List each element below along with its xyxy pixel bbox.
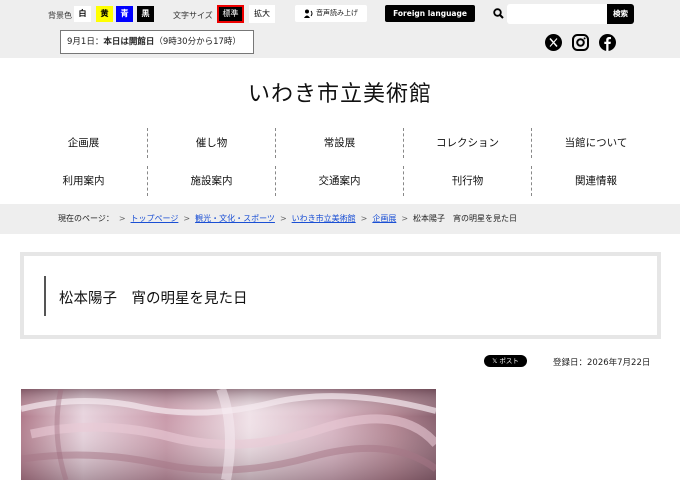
nav-item-access[interactable]: 交通案内 [276,166,404,196]
facebook-icon[interactable] [599,34,616,51]
voice-reader-label: 音声読み上げ [316,9,358,17]
nav-item-related[interactable]: 関連情報 [532,166,660,196]
breadcrumb: 現在のページ： > トップページ > 観光・文化・スポーツ > いわき市立美術館 > 企画展 > 松… [0,204,680,234]
nav-item-events[interactable]: 催し物 [148,128,276,158]
nav-item-about[interactable]: 当館について [532,128,660,158]
heading-accent-bar [44,276,46,316]
chevron-right-icon: > [279,214,287,223]
exhibition-painting-image [21,389,436,480]
bg-black-button[interactable]: 黒 [137,6,154,22]
bg-blue-button[interactable]: 青 [116,6,133,22]
nav-item-exhibitions[interactable]: 企画展 [20,128,148,158]
instagram-icon[interactable] [572,34,589,51]
chevron-right-icon: > [360,214,368,223]
x-post-label: ポスト [499,357,519,365]
notice-date: 9月1日： [67,37,104,47]
x-post-button[interactable]: 𝕏 ポスト [484,355,527,367]
opening-notice: 9月1日：本日は開館日（9時30分から17時） [60,30,254,54]
notice-status: 本日は開館日 [103,37,155,47]
breadcrumb-prefix: 現在のページ： [58,214,114,223]
speaker-person-icon [304,9,313,18]
chevron-right-icon: > [183,214,191,223]
nav-item-facilities[interactable]: 施設案内 [148,166,276,196]
bg-white-button[interactable]: 白 [74,6,91,22]
top-utility-bar: 背景色 白 黄 青 黒 文字サイズ 標準 拡大 音声読み上げ Foreign l… [0,0,680,58]
notice-hours: （9時30分から17時） [154,37,241,47]
breadcrumb-link-top[interactable]: トップページ [131,214,179,223]
text-size-label: 文字サイズ [173,11,213,20]
page-heading-box: 松本陽子 宵の明星を見た日 [20,252,661,339]
breadcrumb-link-museum[interactable]: いわき市立美術館 [292,214,356,223]
text-size-standard-button[interactable]: 標準 [217,5,244,23]
nav-item-collection[interactable]: コレクション [404,128,532,158]
breadcrumb-link-tourism[interactable]: 観光・文化・スポーツ [195,214,275,223]
chevron-right-icon: > [401,214,409,223]
breadcrumb-current: 松本陽子 宵の明星を見た日 [413,214,518,223]
bg-color-label: 背景色 [48,11,72,20]
breadcrumb-link-exhibitions[interactable]: 企画展 [372,214,396,223]
bg-yellow-button[interactable]: 黄 [96,6,113,22]
site-title[interactable]: いわき市立美術館 [0,76,680,108]
search-button[interactable]: 検索 [607,4,634,24]
foreign-language-button[interactable]: Foreign language [385,5,475,22]
x-icon[interactable] [545,34,562,51]
registered-date: 登録日：2026年7月22日 [553,358,651,368]
search-icon [493,8,504,19]
nav-item-guide[interactable]: 利用案内 [20,166,148,196]
search-input[interactable] [507,4,607,24]
voice-reader-button[interactable]: 音声読み上げ [295,5,367,22]
nav-item-permanent[interactable]: 常設展 [276,128,404,158]
chevron-right-icon: > [118,214,126,223]
nav-item-publications[interactable]: 刊行物 [404,166,532,196]
text-size-large-button[interactable]: 拡大 [249,5,275,23]
page-title: 松本陽子 宵の明星を見た日 [59,291,248,307]
